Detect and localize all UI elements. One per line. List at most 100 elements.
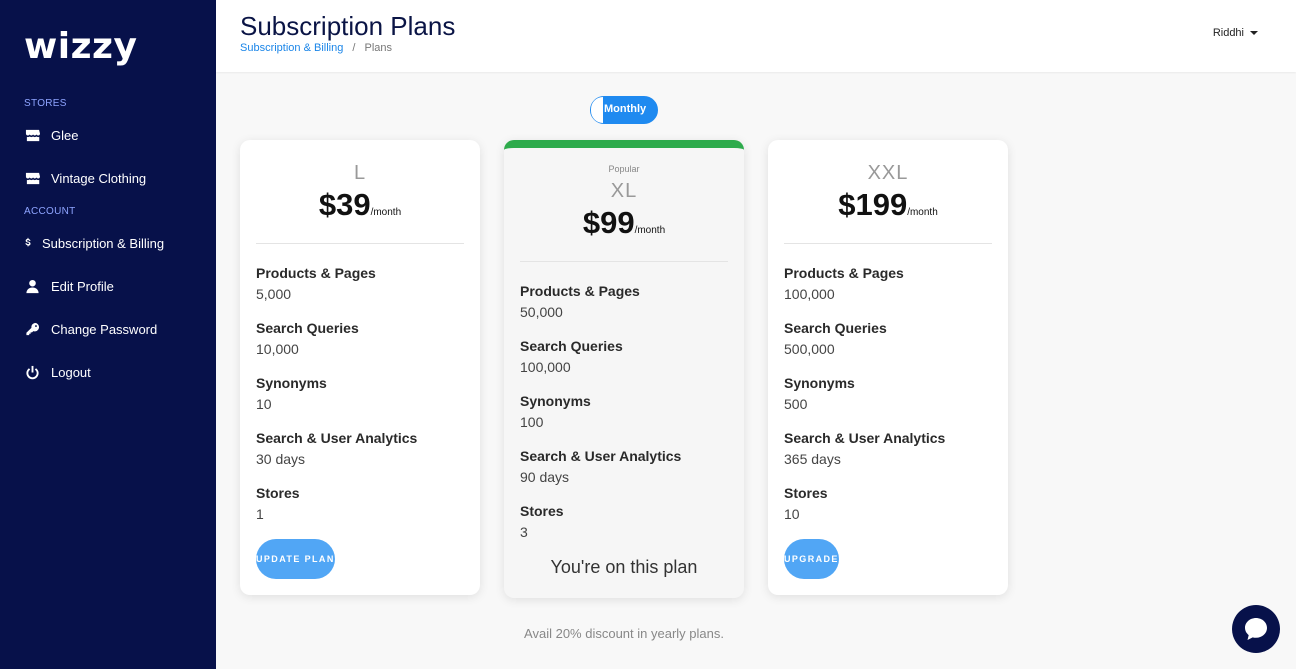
plan-price: $199 xyxy=(838,187,908,222)
feature-value: 5,000 xyxy=(256,286,292,302)
divider xyxy=(520,261,728,262)
user-icon xyxy=(24,278,40,294)
dollar-icon xyxy=(24,235,32,251)
plan-price: $99 xyxy=(582,205,635,240)
store-icon xyxy=(24,127,40,143)
sidebar-item-label: Vintage Clothing xyxy=(51,170,147,186)
feature-name: Products & Pages xyxy=(520,283,640,299)
top-header: Subscription Plans Subscription & Billin… xyxy=(216,0,1296,72)
feature-name: Stores xyxy=(784,485,828,501)
sidebar-item-label: Edit Profile xyxy=(51,278,114,294)
breadcrumb-current: Plans xyxy=(364,42,393,54)
toggle-knob xyxy=(591,97,603,123)
feature-value: 30 days xyxy=(256,451,306,467)
plan-price-row: $199/month xyxy=(768,187,1008,223)
sidebar-item-glee[interactable]: Glee xyxy=(24,125,78,145)
plan-name: XL xyxy=(610,180,638,202)
plan-card-xl: Popular XL $99/month Products & Pages 50,… xyxy=(504,140,744,598)
feature-value: 100,000 xyxy=(784,286,835,302)
plan-name: XXL xyxy=(867,162,909,184)
feature-value: 10,000 xyxy=(256,341,299,357)
feature-value: 50,000 xyxy=(520,304,563,320)
popular-badge: Popular xyxy=(608,164,640,174)
sidebar-item-label: Glee xyxy=(51,127,79,143)
feature-name: Products & Pages xyxy=(784,265,904,281)
plan-period: /month xyxy=(370,207,402,218)
feature-value: 10 xyxy=(784,506,800,522)
sidebar: wizzy STORES Glee Vintage Clothing ACCOU… xyxy=(0,0,216,669)
update-plan-button[interactable]: UPDATE PLAN xyxy=(256,539,335,579)
feature-name: Synonyms xyxy=(784,375,855,391)
sidebar-item-label: Subscription & Billing xyxy=(42,235,165,251)
breadcrumb: Subscription & Billing / Plans xyxy=(240,42,392,54)
plan-price-row: $39/month xyxy=(240,187,480,223)
chat-bubble-icon xyxy=(1245,618,1267,640)
upgrade-button[interactable]: UPGRADE xyxy=(784,539,839,579)
feature-value: 500,000 xyxy=(784,341,835,357)
store-icon xyxy=(24,170,40,186)
plan-features: Products & Pages 50,000 Search Queries 100… xyxy=(504,282,744,544)
sidebar-item-label: Change Password xyxy=(51,321,158,337)
divider xyxy=(256,243,464,244)
user-menu-dropdown[interactable]: Riddhi xyxy=(1213,27,1258,39)
sidebar-item-change-password[interactable]: Change Password xyxy=(24,319,157,339)
feature-name: Search & User Analytics xyxy=(520,448,682,464)
caret-down-icon xyxy=(1250,31,1258,35)
plan-card-l: L $39/month Products & Pages 5,000 Search… xyxy=(240,140,480,595)
feature-name: Search & User Analytics xyxy=(256,430,418,446)
feature-name: Stores xyxy=(256,485,300,501)
billing-period-toggle[interactable]: Monthly xyxy=(590,96,658,124)
yearly-discount-note: Avail 20% discount in yearly plans. xyxy=(524,626,724,641)
feature-name: Search & User Analytics xyxy=(784,430,946,446)
billing-period-label: Monthly xyxy=(604,103,647,115)
sidebar-item-vintage-clothing[interactable]: Vintage Clothing xyxy=(24,168,146,188)
feature-item: Search & User Analytics 90 days xyxy=(520,447,728,489)
plan-card-xxl: XXL $199/month Products & Pages 100,000 S… xyxy=(768,140,1008,595)
feature-name: Products & Pages xyxy=(256,265,376,281)
feature-item: Stores 1 xyxy=(256,484,464,526)
page-title: Subscription Plans xyxy=(240,11,456,41)
feature-item: Synonyms 100 xyxy=(520,392,728,434)
wizzy-logo[interactable]: wizzy xyxy=(24,26,137,67)
feature-value: 100,000 xyxy=(520,359,571,375)
divider xyxy=(784,243,992,244)
feature-item: Synonyms 500 xyxy=(784,374,992,416)
current-plan-note: You're on this plan xyxy=(550,557,698,577)
feature-item: Search Queries 10,000 xyxy=(256,319,464,361)
feature-name: Synonyms xyxy=(256,375,327,391)
stores-section-label: STORES xyxy=(24,98,67,109)
feature-value: 1 xyxy=(256,506,264,522)
feature-item: Stores 3 xyxy=(520,502,728,544)
feature-name: Stores xyxy=(520,503,564,519)
feature-name: Synonyms xyxy=(520,393,591,409)
account-section-label: ACCOUNT xyxy=(24,206,76,217)
feature-name: Search Queries xyxy=(520,338,623,354)
feature-item: Search & User Analytics 30 days xyxy=(256,429,464,471)
feature-item: Stores 10 xyxy=(784,484,992,526)
plan-features: Products & Pages 5,000 Search Queries 10,0… xyxy=(240,264,480,526)
sidebar-item-subscription-billing[interactable]: Subscription & Billing xyxy=(24,233,164,253)
feature-value: 100 xyxy=(520,414,544,430)
feature-item: Products & Pages 50,000 xyxy=(520,282,728,324)
chat-widget-button[interactable] xyxy=(1232,605,1280,653)
sidebar-item-logout[interactable]: Logout xyxy=(24,362,91,382)
feature-item: Search Queries 100,000 xyxy=(520,337,728,379)
breadcrumb-subscription-billing[interactable]: Subscription & Billing xyxy=(240,42,343,54)
power-icon xyxy=(24,364,40,380)
sidebar-item-edit-profile[interactable]: Edit Profile xyxy=(24,276,114,296)
feature-value: 500 xyxy=(784,396,808,412)
feature-item: Products & Pages 5,000 xyxy=(256,264,464,306)
plan-period: /month xyxy=(634,225,666,236)
feature-value: 90 days xyxy=(520,469,570,485)
plan-price-row: $99/month xyxy=(504,205,744,241)
feature-item: Search Queries 500,000 xyxy=(784,319,992,361)
feature-item: Products & Pages 100,000 xyxy=(784,264,992,306)
feature-value: 3 xyxy=(520,524,528,540)
feature-value: 365 days xyxy=(784,451,841,467)
plan-period: /month xyxy=(907,207,938,218)
plan-name: L xyxy=(353,162,367,184)
breadcrumb-separator: / xyxy=(352,42,356,54)
key-icon xyxy=(24,321,40,337)
sidebar-item-label: Logout xyxy=(51,364,91,380)
feature-name: Search Queries xyxy=(784,320,887,336)
